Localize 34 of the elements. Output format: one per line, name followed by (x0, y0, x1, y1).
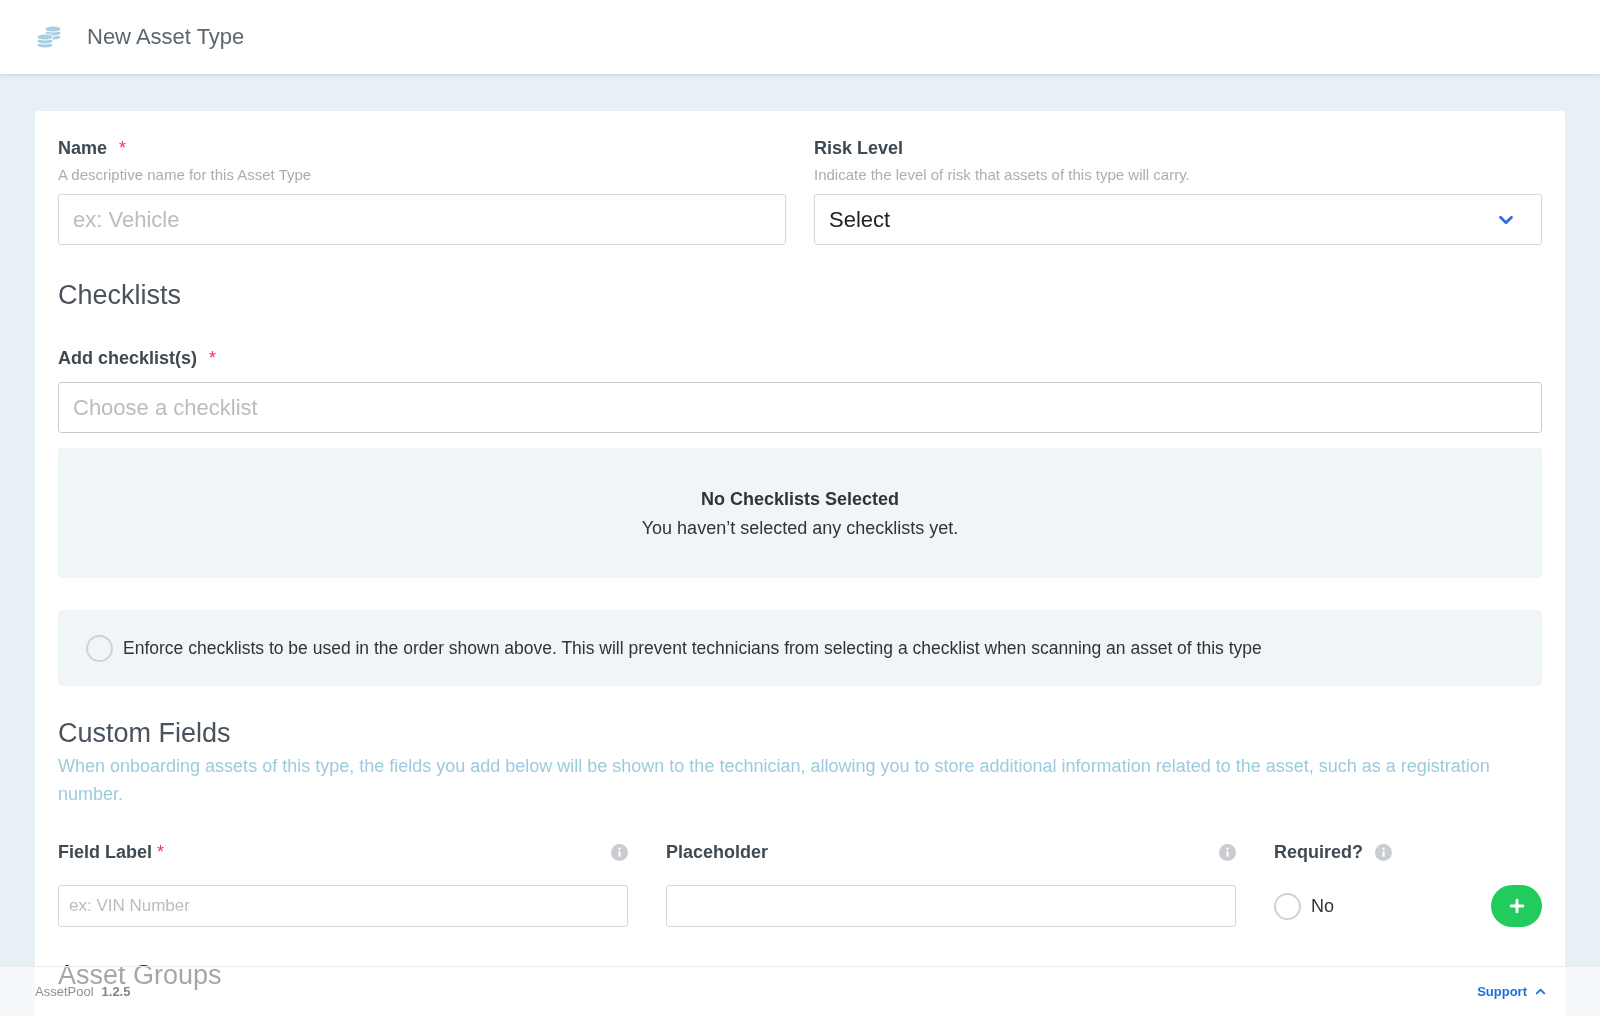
coin-stack-icon (36, 25, 62, 49)
field-hint: A descriptive name for this Asset Type (58, 165, 313, 184)
section-heading: Checklists (58, 279, 183, 311)
info-icon (611, 843, 628, 861)
enforce-order-label: Enforce checklists to be used in the order shown above. This will prevent technicians from selecting a checklist when scanning an asset of this type (123, 637, 1262, 659)
name-input[interactable]: ex: Vehicle (58, 194, 786, 245)
app-version: 1.2.5 (101, 983, 131, 1001)
field-label: Field Label (58, 841, 153, 863)
section-heading: Custom Fields (58, 717, 232, 749)
empty-state-message: You haven’t selected any checklists yet. (641, 516, 959, 539)
field-hint: Indicate the level of risk that assets of this type will carry. (814, 165, 1191, 184)
radio-button[interactable] (1274, 892, 1301, 920)
section-description: When onboarding assets of this type, the fields you add below will be shown to the technician, allowing you to store additional information related to the asset, such as a registration number. (58, 755, 1491, 806)
risk-level-select[interactable]: Select (814, 194, 1542, 245)
field-label-input[interactable]: ex: VIN Number (58, 885, 628, 927)
support-button[interactable]: Support (1477, 981, 1548, 1002)
field-label: Required? (1274, 841, 1363, 863)
info-icon (1219, 843, 1236, 861)
field-label: Placeholder (666, 841, 769, 863)
field-label: Add checklist(s) (58, 347, 198, 369)
info-icon (1375, 843, 1392, 861)
field-label: Risk Level (814, 137, 904, 159)
radio-label: No (1311, 894, 1334, 918)
select-value: Select (829, 206, 891, 234)
page-title: New Asset Type (87, 26, 245, 48)
placeholder-input[interactable] (666, 885, 1236, 927)
radio-button[interactable] (86, 634, 113, 662)
required-asterisk: * (119, 137, 127, 159)
field-label: Name (58, 137, 108, 159)
required-asterisk: * (209, 347, 217, 369)
required-asterisk: * (157, 841, 165, 863)
checklist-input[interactable]: Choose a checklist (58, 382, 1542, 433)
add-field-button[interactable] (1491, 885, 1542, 927)
empty-state-title: No Checklists Selected (700, 487, 900, 510)
